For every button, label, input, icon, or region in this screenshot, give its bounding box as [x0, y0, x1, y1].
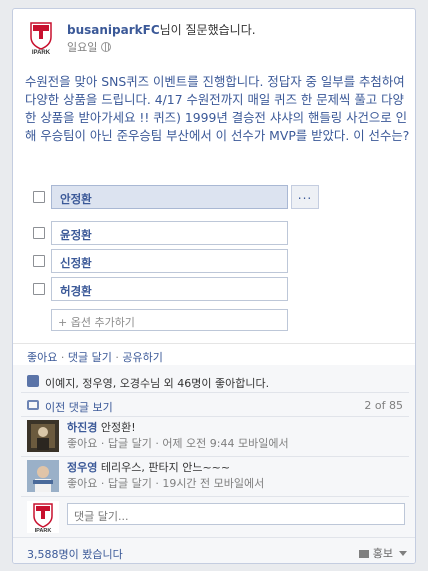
- commenter-name[interactable]: 정우영: [67, 461, 97, 474]
- svg-text:IPARK: IPARK: [32, 50, 51, 55]
- busanipark-logo[interactable]: IPARK: [25, 19, 57, 55]
- post-header: IPARK busaniparkFC님이 질문했습니다. 일요일: [25, 19, 405, 59]
- poll-option-label: 신정환: [60, 256, 92, 270]
- poll-option-label: 윤정환: [60, 228, 92, 242]
- separator: ·: [111, 351, 123, 364]
- comment-item: 하진경 안정환! 좋아요 · 답글 달기 · 어제 오전 9:44 모바일에서: [21, 417, 409, 457]
- poll-checkbox[interactable]: [33, 283, 45, 295]
- promote-label: 홍보: [372, 547, 393, 560]
- post-author-line: busaniparkFC님이 질문했습니다.: [67, 21, 256, 38]
- poll-option-3[interactable]: 신정환: [33, 249, 333, 273]
- avatar[interactable]: [27, 420, 59, 452]
- post-card: IPARK busaniparkFC님이 질문했습니다. 일요일 수원전을 맞아…: [12, 8, 416, 564]
- like-link[interactable]: 좋아요: [27, 351, 57, 364]
- post-footer: 3,588명이 봤습니다 홍보: [13, 537, 415, 563]
- avatar[interactable]: [27, 460, 59, 492]
- megaphone-icon: [358, 550, 369, 558]
- poll-option-label: 허경환: [60, 284, 92, 298]
- feedback-panel: 이예지, 정우영, 오경수님 외 46명이 좋아합니다. 이전 댓글 보기 2 …: [13, 365, 415, 563]
- comment-meta[interactable]: 좋아요 · 답글 달기 · 어제 오전 9:44 모바일에서: [67, 435, 289, 451]
- comment-meta[interactable]: 좋아요 · 답글 달기 · 19시간 전 모바일에서: [67, 475, 264, 491]
- likes-row: 이예지, 정우영, 오경수님 외 46명이 좋아합니다.: [21, 371, 409, 393]
- busanipark-logo: IPARK: [27, 501, 59, 533]
- comment-count: 2 of 85: [364, 399, 403, 412]
- poll-option-bar[interactable]: 허경환: [51, 277, 288, 301]
- comment-bubble-icon: [27, 400, 39, 410]
- poll-checkbox[interactable]: [33, 227, 45, 239]
- comment-link[interactable]: 댓글 달기: [68, 351, 112, 364]
- post-meta: 일요일: [67, 39, 112, 55]
- globe-icon: [101, 42, 112, 52]
- poll-option-bar[interactable]: 신정환: [51, 249, 288, 273]
- comment-input[interactable]: 댓글 달기...: [67, 503, 405, 525]
- comment-input-placeholder: 댓글 달기...: [74, 510, 129, 523]
- poll-option-label: 안정환: [60, 192, 92, 206]
- comment-composer: IPARK 댓글 달기...: [21, 497, 409, 537]
- thumbs-up-icon: [27, 375, 39, 387]
- poll-option-bar[interactable]: 안정환: [51, 185, 288, 209]
- poll-option-2[interactable]: 윤정환: [33, 221, 333, 245]
- author-name-link[interactable]: busaniparkFC: [67, 23, 160, 37]
- poll-checkbox[interactable]: [33, 255, 45, 267]
- chevron-down-icon: [399, 551, 407, 556]
- share-link[interactable]: 공유하기: [122, 351, 162, 364]
- comment-item: 정우영 테리우스, 판타지 안느~~~ 좋아요 · 답글 달기 · 19시간 전…: [21, 457, 409, 497]
- post-time-link[interactable]: 일요일: [67, 41, 97, 54]
- add-option-input[interactable]: + 옵션 추가하기: [51, 309, 288, 331]
- post-actions: 좋아요 · 댓글 달기 · 공유하기: [13, 343, 415, 365]
- previous-comments-link[interactable]: 이전 댓글 보기: [45, 399, 113, 415]
- view-count: 3,588명이 봤습니다: [27, 548, 123, 561]
- poll-option-1[interactable]: 안정환 ...: [33, 185, 333, 209]
- poll-checkbox[interactable]: [33, 191, 45, 203]
- likes-summary[interactable]: 이예지, 정우영, 오경수님 외 46명이 좋아합니다.: [45, 375, 269, 391]
- previous-comments-row[interactable]: 이전 댓글 보기 2 of 85: [21, 395, 409, 417]
- poll-option-4[interactable]: 허경환: [33, 277, 333, 301]
- comment-text: 테리우스, 판타지 안느~~~: [100, 461, 231, 474]
- poll-option-bar[interactable]: 윤정환: [51, 221, 288, 245]
- action-text: 님이 질문했습니다.: [159, 23, 256, 37]
- comment-body: 정우영 테리우스, 판타지 안느~~~: [67, 459, 230, 475]
- promote-button[interactable]: 홍보: [358, 545, 407, 561]
- quiz-question: 수원전을 맞아 SNS퀴즈 이벤트를 진행합니다. 정답자 중 일부를 추첨하여…: [25, 74, 410, 143]
- comment-text: 안정환!: [100, 421, 136, 434]
- more-options-button[interactable]: ...: [291, 185, 319, 209]
- svg-text:IPARK: IPARK: [35, 528, 52, 533]
- comment-body: 하진경 안정환!: [67, 419, 136, 435]
- add-option-placeholder: + 옵션 추가하기: [58, 316, 135, 329]
- action-links: 좋아요 · 댓글 달기 · 공유하기: [27, 349, 163, 365]
- commenter-name[interactable]: 하진경: [67, 421, 97, 434]
- separator: ·: [57, 351, 68, 364]
